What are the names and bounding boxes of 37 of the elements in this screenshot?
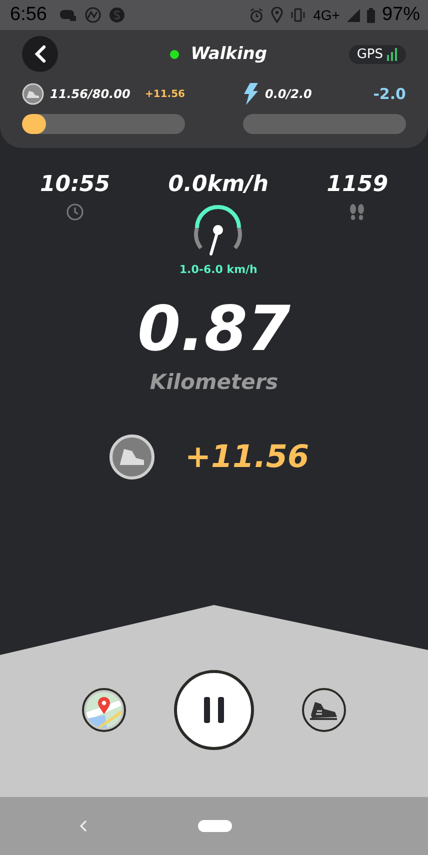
vibrate-icon <box>290 8 306 22</box>
network-type: 4G+ <box>313 7 340 23</box>
battery-level: 97% <box>382 4 420 26</box>
speed-range: 1.0-6.0 km/h <box>179 263 258 276</box>
map-pin-icon <box>85 691 123 729</box>
back-icon <box>33 45 47 63</box>
lightning-icon <box>243 83 259 105</box>
shoe-coin-icon <box>108 434 155 480</box>
stat-value: 0.0km/h <box>168 172 269 197</box>
signal-icon <box>346 8 360 22</box>
location-icon <box>271 7 284 23</box>
alarm-icon <box>249 8 264 22</box>
gps-indicator: GPS <box>348 44 406 64</box>
earned-amount: +11.56 <box>184 439 310 475</box>
pause-icon <box>203 697 225 723</box>
meter-change: -2.0 <box>373 85 406 103</box>
meter-change: +11.56 <box>144 88 185 100</box>
shoe-coin-icon <box>22 83 44 105</box>
signal-bars-icon <box>386 48 398 60</box>
clock-icon <box>66 203 84 221</box>
distance-unit: Kilometers <box>150 370 278 394</box>
back-button[interactable] <box>22 36 58 72</box>
meter-reading: 11.56/80.00 <box>50 87 130 101</box>
battery-icon <box>366 8 375 22</box>
stat-value: 10:55 <box>40 172 110 197</box>
shoe-button[interactable] <box>302 688 346 732</box>
map-button[interactable] <box>82 688 126 732</box>
activity-title: Walking <box>190 44 268 64</box>
distance-value: 0.87 <box>138 298 290 360</box>
coin-icon <box>108 7 125 23</box>
sneaker-icon <box>309 699 339 721</box>
wave-icon <box>84 7 101 23</box>
footprints-icon <box>348 203 366 221</box>
meter-reading: 0.0/2.0 <box>265 87 312 101</box>
home-pill[interactable] <box>198 820 232 832</box>
stat-value: 1159 <box>326 172 388 197</box>
status-time: 6:56 <box>10 4 47 26</box>
